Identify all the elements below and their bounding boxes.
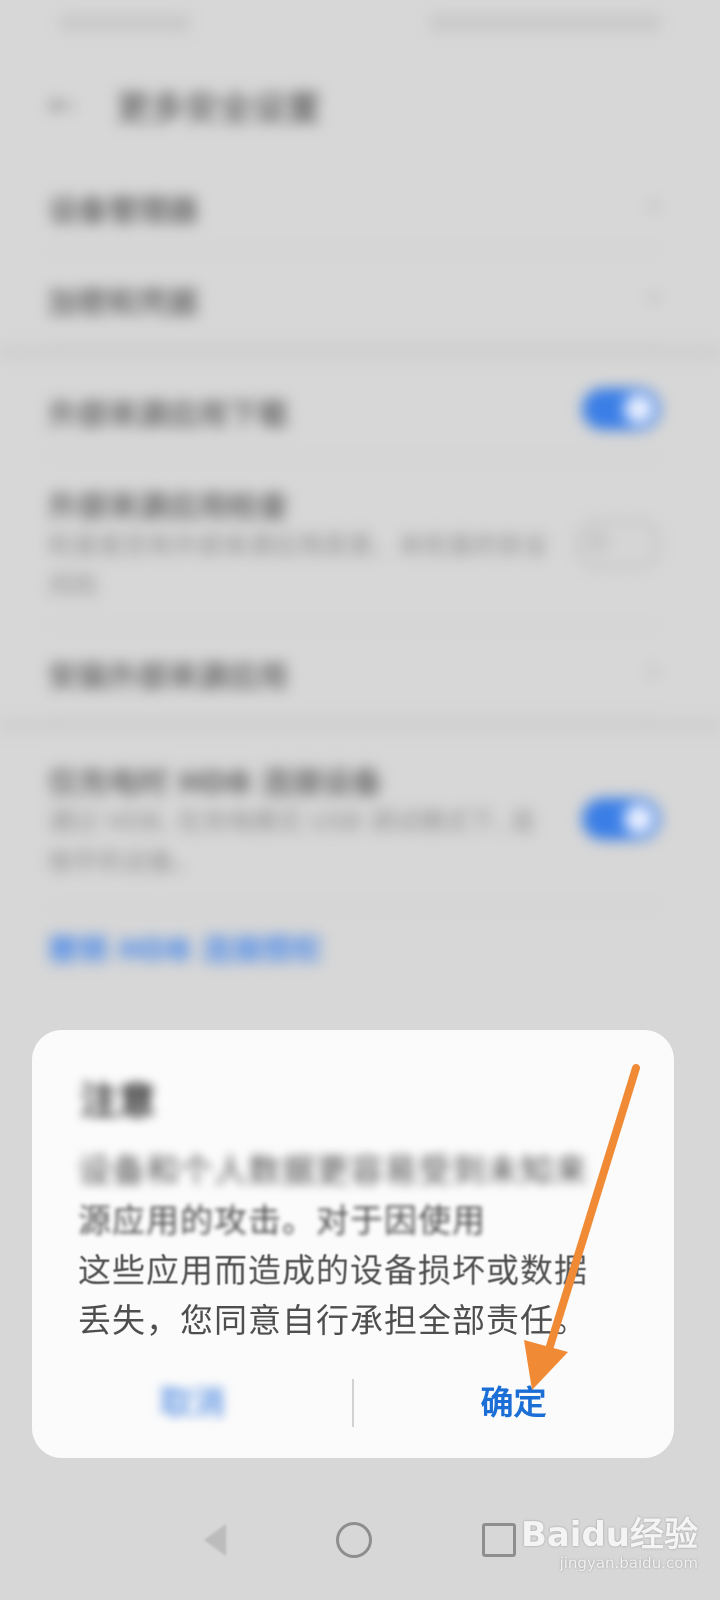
annotation-arrow-head — [524, 1340, 568, 1390]
annotation-arrow — [524, 1064, 640, 1390]
watermark-logo: Baidu经验 — [520, 1515, 698, 1555]
watermark-site: jingyan.baidu.com — [559, 1554, 698, 1572]
annotation-arrow-shaft — [538, 1064, 640, 1376]
baidu-watermark: Baidu经验 jingyan.baidu.com — [521, 1507, 698, 1572]
